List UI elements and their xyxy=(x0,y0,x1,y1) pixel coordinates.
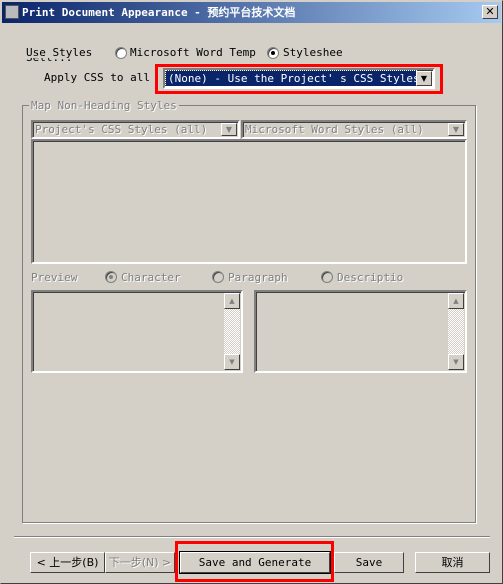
save-and-generate-button[interactable]: Save and Generate xyxy=(179,551,331,574)
preview-left-pane[interactable]: ▲ ▼ xyxy=(31,290,243,373)
radio-word-template[interactable] xyxy=(115,47,127,59)
radio-character-label[interactable]: Character xyxy=(121,271,181,284)
left-style-combo[interactable]: Project's CSS Styles (all) ▼ xyxy=(31,120,240,139)
preview-label: Preview xyxy=(31,271,78,284)
scroll-down-icon[interactable]: ▼ xyxy=(224,354,240,370)
right-combo-value: Microsoft Word Styles (all) xyxy=(245,123,424,136)
radio-word-template-label[interactable]: Microsoft Word Templ: xyxy=(130,46,256,59)
apply-css-label: Apply CSS to all xyxy=(44,71,150,84)
scroll-down-icon[interactable]: ▼ xyxy=(448,354,464,370)
window-title: Print Document Appearance - 预约平台技术文档 xyxy=(22,6,296,19)
left-combo-value: Project's CSS Styles (all) xyxy=(35,123,208,136)
chevron-down-icon[interactable]: ▼ xyxy=(448,123,464,136)
save-button[interactable]: Save xyxy=(334,552,404,573)
preview-right-pane[interactable]: ▲ ▼ xyxy=(254,290,467,373)
group-title: Map Non-Heading Styles xyxy=(29,99,179,112)
scroll-up-icon[interactable]: ▲ xyxy=(224,293,240,309)
scrollbar[interactable]: ▲ ▼ xyxy=(224,293,240,370)
right-style-combo[interactable]: Microsoft Word Styles (all) ▼ xyxy=(241,120,467,139)
printer-icon xyxy=(5,5,19,19)
radio-description[interactable] xyxy=(321,271,333,283)
radio-stylesheet[interactable] xyxy=(267,47,279,59)
apply-css-select[interactable]: (None) - Use the Project' s CSS Styles ▼ xyxy=(163,68,435,89)
next-button[interactable]: 下一步(N) > xyxy=(105,552,175,573)
divider xyxy=(14,536,490,538)
apply-css-value: (None) - Use the Project' s CSS Styles xyxy=(165,70,417,87)
cancel-button[interactable]: 取消 xyxy=(415,552,490,573)
scrollbar[interactable]: ▲ ▼ xyxy=(448,293,464,370)
radio-character[interactable] xyxy=(105,271,117,283)
radio-paragraph[interactable] xyxy=(212,271,224,283)
back-button[interactable]: < 上一步(B) xyxy=(30,552,105,573)
close-button[interactable]: ✕ xyxy=(482,5,498,19)
radio-paragraph-label[interactable]: Paragraph xyxy=(228,271,288,284)
scroll-up-icon[interactable]: ▲ xyxy=(448,293,464,309)
title-bar: Print Document Appearance - 预约平台技术文档 ✕ xyxy=(2,2,501,23)
chevron-down-icon[interactable]: ▼ xyxy=(416,71,432,86)
style-mapping-list[interactable] xyxy=(31,139,467,264)
chevron-down-icon[interactable]: ▼ xyxy=(221,123,237,136)
use-styles-label-cut: Sett... xyxy=(26,58,72,62)
radio-description-label[interactable]: Descriptio xyxy=(337,271,403,284)
radio-stylesheet-label[interactable]: Stylesheet xyxy=(283,46,342,59)
